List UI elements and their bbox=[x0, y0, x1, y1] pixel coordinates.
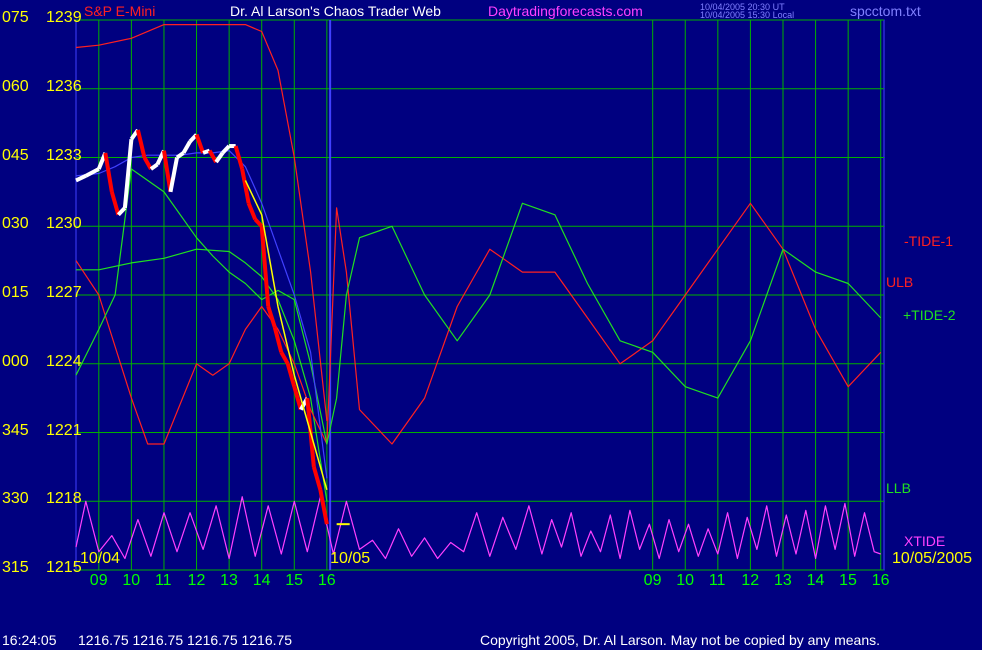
price-segment bbox=[253, 217, 264, 228]
ulb-line bbox=[75, 24, 328, 422]
tide-angle-label: 045 bbox=[2, 146, 29, 164]
hour-tick-label: 14 bbox=[806, 572, 825, 589]
chart-symbol: S&P E-Mini bbox=[84, 3, 156, 19]
hour-tick-label: 09 bbox=[643, 572, 662, 589]
price-segment bbox=[221, 144, 231, 155]
price-segment bbox=[246, 202, 258, 221]
price-tick-label: 1236 bbox=[46, 77, 82, 95]
tide-angle-label: 000 bbox=[2, 352, 29, 370]
hour-tick-label: 10 bbox=[122, 572, 141, 589]
xtide-label: XTIDE bbox=[904, 533, 946, 549]
hour-tick-label: 11 bbox=[708, 572, 726, 589]
price-segment bbox=[116, 206, 127, 217]
price-segment bbox=[149, 162, 159, 171]
price-segment bbox=[292, 386, 303, 411]
llb-label: LLB bbox=[886, 480, 911, 496]
price-segment bbox=[259, 226, 271, 307]
tide-angle-label: 345 bbox=[2, 421, 29, 439]
hour-tick-label: 15 bbox=[285, 572, 304, 589]
hour-tick-label: 12 bbox=[741, 572, 760, 589]
hour-tick-label: 09 bbox=[89, 572, 108, 589]
price-segment bbox=[181, 140, 192, 154]
price-segment bbox=[135, 129, 147, 158]
chart-canvas bbox=[75, 19, 885, 571]
ulb-label: ULB bbox=[886, 274, 914, 290]
chart-title: Dr. Al Larson's Chaos Trader Web bbox=[230, 3, 441, 19]
price-segment bbox=[84, 167, 100, 178]
price-segment bbox=[161, 150, 173, 193]
tide-angle-label: 330 bbox=[2, 490, 29, 508]
hour-tick-label: 12 bbox=[187, 572, 206, 589]
website-link[interactable]: Daytradingforecasts.com bbox=[488, 4, 643, 18]
footer-quote: 1216.75 1216.75 1216.75 1216.75 bbox=[78, 632, 293, 648]
price-tick-label: 1218 bbox=[46, 490, 82, 508]
hour-tick-label: 10 bbox=[676, 572, 695, 589]
price-segment bbox=[214, 151, 225, 164]
hour-tick-label: 13 bbox=[220, 572, 238, 589]
price-tick-label: 1224 bbox=[46, 352, 82, 370]
data-filename: spcctom.txt bbox=[850, 3, 921, 19]
tide-plus2-label: +TIDE-2 bbox=[903, 307, 956, 323]
tide-angle-label: 075 bbox=[2, 9, 29, 26]
hour-tick-label: 15 bbox=[839, 572, 857, 589]
copyright: Copyright 2005, Dr. Al Larson. May not b… bbox=[480, 632, 881, 648]
price-segment bbox=[103, 152, 114, 193]
hour-tick-label: 14 bbox=[252, 572, 271, 589]
price-tick-label: 1221 bbox=[46, 421, 82, 439]
price-segment bbox=[168, 157, 179, 193]
price-tick-label: 1239 bbox=[46, 9, 82, 26]
price-segment bbox=[272, 326, 284, 353]
date-label: 10/05/2005 bbox=[892, 550, 973, 567]
tide-angle-label: 015 bbox=[2, 284, 29, 301]
tide-angle-label: 030 bbox=[2, 215, 29, 233]
footer-time: 16:24:05 bbox=[2, 632, 57, 648]
price-segment bbox=[175, 151, 185, 160]
tide-angle-label: 060 bbox=[2, 77, 29, 95]
tide-minus1-label: -TIDE-1 bbox=[904, 233, 953, 249]
date-label: 10/04 bbox=[80, 550, 121, 567]
price-segment bbox=[75, 174, 87, 183]
hour-tick-label: 16 bbox=[317, 572, 336, 589]
hour-tick-label: 11 bbox=[154, 572, 172, 589]
price-segment bbox=[279, 351, 290, 365]
price-segment bbox=[311, 466, 323, 491]
price-tick-label: 1233 bbox=[46, 146, 82, 164]
price-segment bbox=[285, 363, 297, 388]
price-tick-label: 1230 bbox=[46, 215, 82, 233]
tide-angle-label: 315 bbox=[2, 559, 29, 576]
hour-tick-label: 13 bbox=[774, 572, 792, 589]
price-tick-label: 1227 bbox=[46, 284, 82, 301]
timestamp-local: 10/04/2005 15:30 Local bbox=[700, 10, 795, 20]
price-segment bbox=[194, 133, 205, 154]
price-segment bbox=[109, 191, 121, 216]
date-label: 10/05 bbox=[330, 550, 371, 567]
price-tick-label: 1215 bbox=[46, 559, 82, 576]
yellow-line bbox=[244, 180, 328, 491]
hour-tick-label: 16 bbox=[871, 572, 890, 589]
